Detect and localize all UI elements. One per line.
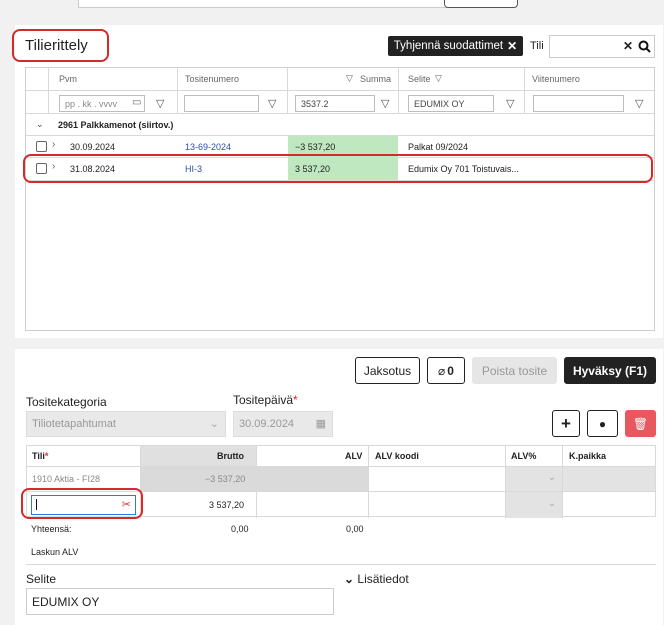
kpaikka-cell[interactable] [563,467,655,491]
col-header-viitenumero[interactable]: Viitenumero [532,74,580,84]
add-row-button[interactable]: + [552,410,580,437]
col-header-brutto: Brutto [217,451,244,461]
col-header-alv-pct: ALV% [511,451,537,461]
viitenumero-filter-input[interactable] [533,95,624,112]
tositepaiva-value: 30.09.2024 [239,418,295,430]
clear-search-icon[interactable]: ✕ [623,39,633,53]
tositenumero-filter-input[interactable] [184,95,259,112]
brutto-cell-locked [141,467,368,491]
col-header-tili-text: Tili [32,451,45,461]
highlight-tili-input [21,488,143,519]
total-alv: 0,00 [346,524,364,534]
row-brutto[interactable]: 3 537,20 [209,500,244,510]
voucher-panel: Jaksotus ⌀ 0 Poista tosite Hyväksy (F1) … [15,349,663,625]
jaksotus-button[interactable]: Jaksotus [355,357,420,384]
lisatiedot-label: Lisätiedot [357,572,409,586]
selite-filter-input[interactable]: EDUMIX OY [408,95,494,112]
chevron-down-icon[interactable]: ⌄ [36,119,44,130]
trash-icon: 🗑 [632,416,649,431]
col-header-alv: ALV [345,451,363,461]
col-header-tositenumero[interactable]: Tositenumero [185,74,239,84]
chevron-down-icon: ⌄ [547,498,556,509]
alv-pct-select[interactable]: ⌄ [506,467,562,491]
paperclip-icon: ⌀ [438,363,446,378]
search-icon[interactable] [638,40,651,53]
col-header-selite[interactable]: Selite [408,74,431,84]
approve-label: Hyväksy (F1) [572,363,648,378]
tositepaiva-input[interactable]: 30.09.2024 ▦ [233,411,333,437]
tositekategoria-select[interactable]: Tiliotetapahtumat ⌄ [26,411,226,437]
calendar-icon[interactable]: ▦ [316,417,326,430]
col-header-pvm[interactable]: Pvm [59,74,77,84]
row-summa: −3 537,20 [295,142,336,152]
required-mark: * [293,393,298,407]
row-brutto: −3 537,20 [205,474,246,484]
top-button[interactable] [444,0,518,8]
filter-icon[interactable]: ▽ [381,97,389,110]
filter-icon[interactable]: ▽ [346,73,353,84]
jaksotus-label: Jaksotus [363,363,412,378]
highlight-title [12,29,109,62]
comment-button[interactable]: ● [587,410,618,437]
calendar-icon[interactable]: ▭ [132,97,141,108]
chevron-down-icon: ⌄ [209,418,219,430]
entries-grid: Pvm Tositenumero ▽ Summa Selite ▽ Viiten… [25,67,655,331]
tositekategoria-label: Tositekategoria [26,395,107,409]
row-tili: 1910 Aktia - FI28 [32,474,101,484]
clear-filters-button[interactable]: Tyhjennä suodattimet ✕ [388,36,523,56]
attachment-count: 0 [447,363,454,378]
tili-label: Tili [530,40,544,52]
filter-icon[interactable]: ▽ [435,73,442,84]
delete-voucher-label: Poista tosite [481,363,548,378]
lisatiedot-toggle[interactable]: ⌄ Lisätiedot [344,572,409,586]
col-header-alv-koodi: ALV koodi [375,451,419,461]
col-header-tili: Tili* [32,451,48,461]
chevron-down-icon: ⌄ [547,472,556,483]
selite-input[interactable]: EDUMIX OY [26,588,334,615]
plus-icon: + [561,413,571,433]
tositepaiva-label: Tositepäivä* [233,393,298,407]
row-tositenumero-link[interactable]: 13-69-2024 [185,142,231,152]
row-pvm: 30.09.2024 [70,142,116,152]
top-field[interactable] [78,0,503,8]
filter-icon[interactable]: ▽ [156,97,164,110]
totals-label: Yhteensä: [31,524,72,534]
highlight-row [23,154,653,183]
chevron-right-icon[interactable]: › [52,139,55,150]
row-checkbox[interactable] [36,141,47,152]
filter-icon[interactable]: ▽ [268,97,276,110]
clear-filters-label: Tyhjennä suodattimet [393,40,504,52]
tili-search-input[interactable]: ✕ [549,35,655,58]
filter-icon[interactable]: ▽ [506,97,514,110]
selite-label: Selite [26,572,57,586]
tositepaiva-label-text: Tositepäivä [233,393,294,407]
col-header-kpaikka: K.paikka [569,451,607,461]
group-label: 2961 Palkkamenot (siirtov.) [58,120,174,130]
approve-button[interactable]: Hyväksy (F1) [564,357,656,384]
delete-voucher-button[interactable]: Poista tosite [472,357,557,384]
top-strip [0,0,664,20]
close-icon: ✕ [507,39,518,53]
chevron-down-icon: ⌄ [344,572,358,586]
summa-filter-input[interactable]: 3537.2 [295,95,375,112]
delete-row-button[interactable]: 🗑 [625,410,656,437]
attachments-button[interactable]: ⌀ 0 [427,357,465,384]
row-selite: Palkat 09/2024 [408,142,469,152]
comment-icon: ● [598,416,607,431]
total-brutto: 0,00 [231,524,249,534]
required-mark: * [44,451,49,461]
tositekategoria-value: Tiliotetapahtumat [32,418,116,430]
laskun-alv-label: Laskun ALV [31,547,79,557]
filter-icon[interactable]: ▽ [635,97,643,110]
alv-pct-select[interactable]: ⌄ [506,492,562,518]
col-header-summa[interactable]: Summa [360,74,391,84]
